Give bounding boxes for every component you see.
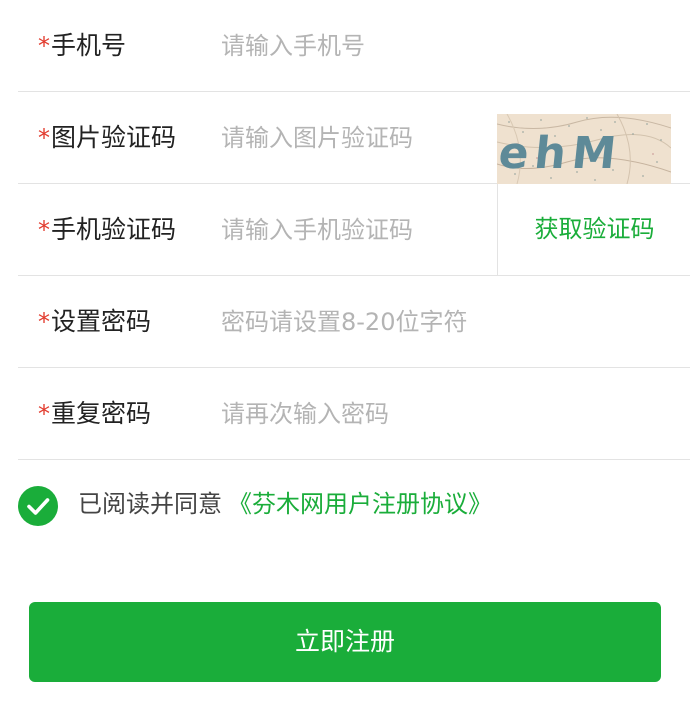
phone-input[interactable] — [221, 26, 661, 66]
register-button[interactable]: 立即注册 — [29, 602, 661, 682]
password-row: *设置密码 — [18, 276, 690, 368]
phone-label-text: 手机号 — [51, 31, 127, 60]
register-form: *手机号 *图片验证码 — [0, 0, 690, 460]
sms-code-input[interactable] — [221, 210, 491, 250]
confirm-password-label: *重复密码 — [38, 368, 151, 459]
password-label-text: 设置密码 — [51, 307, 152, 336]
confirm-password-label-text: 重复密码 — [51, 399, 152, 428]
image-code-row: *图片验证码 请输入图片验证码 ehM — [18, 92, 690, 184]
password-label: *设置密码 — [38, 276, 151, 367]
confirm-password-input[interactable] — [221, 394, 661, 434]
confirm-password-row: *重复密码 — [18, 368, 690, 460]
password-input[interactable] — [221, 302, 661, 342]
agreement-link[interactable]: 《芬木网用户注册协议》 — [228, 490, 492, 518]
sms-code-label-text: 手机验证码 — [51, 215, 177, 244]
agreement-row: 已阅读并同意 《芬木网用户注册协议》 — [18, 478, 678, 534]
check-circle-icon — [27, 498, 50, 515]
captcha-image[interactable]: ehM — [497, 114, 671, 184]
agreement-text: 已阅读并同意 《芬木网用户注册协议》 — [78, 478, 492, 530]
required-mark: * — [38, 308, 50, 336]
sms-code-row: *手机验证码 获取验证码 — [18, 184, 690, 276]
agreement-prefix: 已阅读并同意 — [78, 490, 222, 518]
image-code-label-text: 图片验证码 — [51, 123, 177, 152]
captcha-text: ehM — [497, 128, 624, 179]
required-mark: * — [38, 400, 50, 428]
required-mark: * — [38, 216, 50, 244]
get-sms-code-button[interactable]: 获取验证码 — [497, 184, 690, 275]
image-code-input[interactable] — [221, 118, 491, 158]
phone-label: *手机号 — [38, 0, 126, 91]
image-code-label: *图片验证码 — [38, 92, 176, 183]
sms-code-label: *手机验证码 — [38, 184, 176, 275]
required-mark: * — [38, 124, 50, 152]
agreement-checkbox[interactable] — [18, 486, 58, 526]
required-mark: * — [38, 32, 50, 60]
phone-row: *手机号 — [18, 0, 690, 92]
